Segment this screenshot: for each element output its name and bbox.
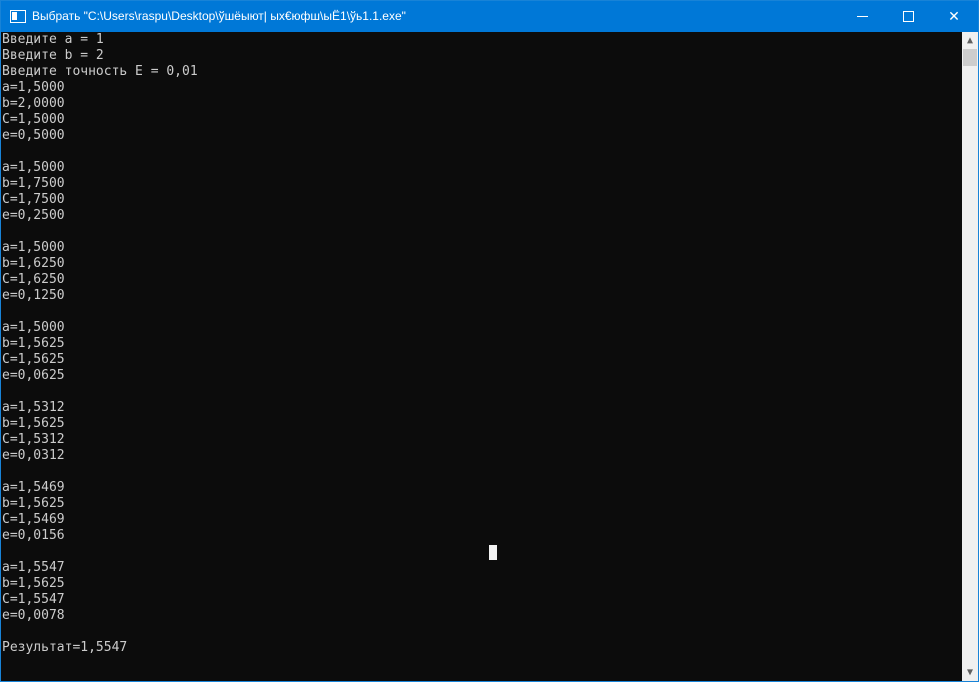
chevron-down-icon: ▼ bbox=[966, 667, 974, 678]
console-line: b=1,6250 bbox=[2, 256, 65, 271]
console-line: e=0,0625 bbox=[2, 368, 65, 383]
console-output[interactable]: Введите a = 1 Введите b = 2 Введите точнос… bbox=[2, 32, 962, 681]
minimize-button[interactable] bbox=[839, 1, 885, 32]
console-line: e=0,1250 bbox=[2, 288, 65, 303]
console-line: C=1,5312 bbox=[2, 432, 65, 447]
console-window: Выбрать "C:\Users\raspu\Desktop\ўшёыют| … bbox=[0, 0, 979, 682]
console-line: C=1,5547 bbox=[2, 592, 65, 607]
console-line: b=1,5625 bbox=[2, 576, 65, 591]
console-line: C=1,5000 bbox=[2, 112, 65, 127]
console-app-icon[interactable] bbox=[10, 10, 26, 23]
text-cursor bbox=[489, 545, 497, 560]
console-line: a=1,5547 bbox=[2, 560, 65, 575]
console-line: a=1,5469 bbox=[2, 480, 65, 495]
console-line: e=0,2500 bbox=[2, 208, 65, 223]
close-icon: ✕ bbox=[948, 8, 960, 24]
scroll-down-button[interactable]: ▼ bbox=[962, 664, 978, 681]
console-line: Результат=1,5547 bbox=[2, 640, 128, 655]
console-line: a=1,5312 bbox=[2, 400, 65, 415]
scroll-up-button[interactable]: ▲ bbox=[962, 32, 978, 49]
window-title: Выбрать "C:\Users\raspu\Desktop\ўшёыют| … bbox=[32, 9, 406, 23]
console-line: Введите точность E = 0,01 bbox=[2, 64, 198, 79]
console-line: b=1,5625 bbox=[2, 416, 65, 431]
title-bar[interactable]: Выбрать "C:\Users\raspu\Desktop\ўшёыют| … bbox=[1, 1, 978, 32]
maximize-button[interactable] bbox=[885, 1, 931, 32]
chevron-up-icon: ▲ bbox=[966, 35, 974, 46]
scrollbar-thumb[interactable] bbox=[963, 49, 977, 66]
console-line: b=1,7500 bbox=[2, 176, 65, 191]
console-line: e=0,5000 bbox=[2, 128, 65, 143]
console-line: Введите b = 2 bbox=[2, 48, 104, 63]
minimize-icon bbox=[856, 16, 868, 17]
close-button[interactable]: ✕ bbox=[931, 1, 977, 32]
console-line: b=1,5625 bbox=[2, 336, 65, 351]
console-line: C=1,5625 bbox=[2, 352, 65, 367]
console-line: a=1,5000 bbox=[2, 160, 65, 175]
console-line: a=1,5000 bbox=[2, 80, 65, 95]
console-line: a=1,5000 bbox=[2, 320, 65, 335]
console-line: Введите a = 1 bbox=[2, 32, 104, 47]
console-line: C=1,6250 bbox=[2, 272, 65, 287]
console-line: C=1,5469 bbox=[2, 512, 65, 527]
console-line: e=0,0156 bbox=[2, 528, 65, 543]
console-line: b=2,0000 bbox=[2, 96, 65, 111]
console-line: e=0,0312 bbox=[2, 448, 65, 463]
maximize-icon bbox=[902, 11, 914, 22]
console-line: C=1,7500 bbox=[2, 192, 65, 207]
console-line: e=0,0078 bbox=[2, 608, 65, 623]
console-line: a=1,5000 bbox=[2, 240, 65, 255]
vertical-scrollbar[interactable]: ▲ ▼ bbox=[962, 32, 978, 681]
console-line: b=1,5625 bbox=[2, 496, 65, 511]
